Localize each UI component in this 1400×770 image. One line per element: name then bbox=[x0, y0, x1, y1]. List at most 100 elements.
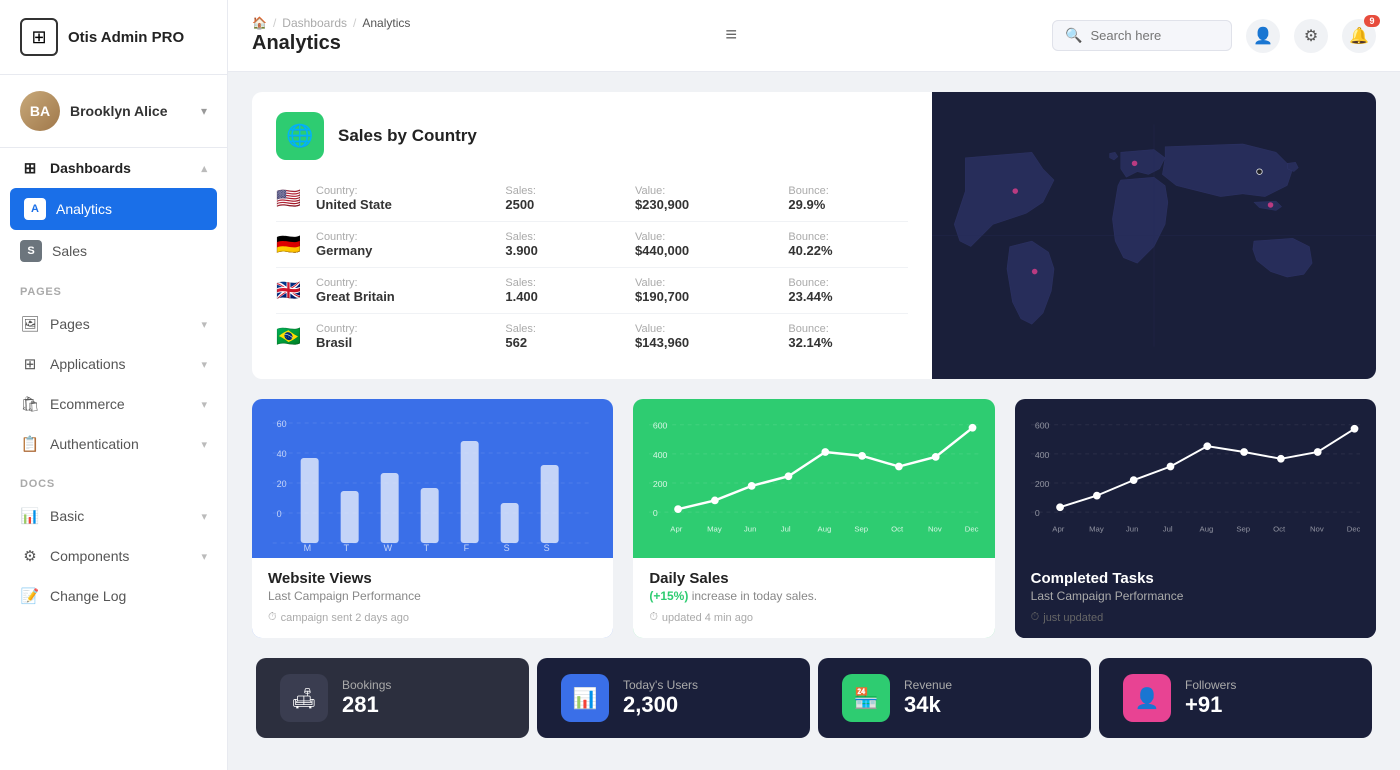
analytics-label: Analytics bbox=[56, 201, 112, 217]
svg-text:May: May bbox=[1089, 524, 1104, 533]
svg-text:Nov: Nov bbox=[928, 524, 942, 533]
pages-section-label: PAGES bbox=[0, 272, 227, 304]
svg-text:400: 400 bbox=[1035, 450, 1050, 460]
chevron-right-icon-2: ▾ bbox=[201, 358, 207, 371]
dashboards-icon: ⊞ bbox=[20, 158, 40, 178]
revenue-value: 34k bbox=[904, 692, 952, 718]
chevron-right-icon-4: ▾ bbox=[201, 438, 207, 451]
search-icon: 🔍 bbox=[1065, 27, 1082, 44]
completed-tasks-time: ⏱ just updated bbox=[1031, 611, 1360, 624]
sidebar-item-changelog[interactable]: 📝 Change Log bbox=[0, 576, 227, 616]
search-box[interactable]: 🔍 bbox=[1052, 20, 1232, 51]
header-right: 🔍 👤 ⚙ 🔔 9 bbox=[1052, 19, 1376, 53]
flag-br: 🇧🇷 bbox=[276, 327, 306, 347]
svg-text:F: F bbox=[464, 543, 470, 553]
search-input[interactable] bbox=[1090, 28, 1210, 43]
sidebar-item-applications[interactable]: ⊞ Applications ▾ bbox=[0, 344, 227, 384]
chevron-right-icon-3: ▾ bbox=[201, 398, 207, 411]
hamburger-icon[interactable]: ≡ bbox=[725, 24, 737, 47]
daily-sales-card: 600 400 200 0 bbox=[633, 399, 994, 638]
svg-text:S: S bbox=[544, 543, 550, 553]
bookings-label: Bookings bbox=[342, 678, 391, 692]
chevron-up-icon: ▴ bbox=[201, 162, 207, 175]
components-icon: ⚙ bbox=[20, 546, 40, 566]
notifications-icon[interactable]: 🔔 9 bbox=[1342, 19, 1376, 53]
settings-icon[interactable]: ⚙ bbox=[1294, 19, 1328, 53]
breadcrumb: 🏠 / Dashboards / Analytics bbox=[252, 16, 410, 30]
table-row: 🇧🇷 Country: Brasil Sales: 562 Value: $14… bbox=[276, 314, 908, 359]
completed-tasks-title: Completed Tasks bbox=[1031, 570, 1360, 587]
sidebar-item-authentication[interactable]: 📋 Authentication ▾ bbox=[0, 424, 227, 464]
notification-badge: 9 bbox=[1364, 15, 1380, 27]
chevron-right-icon-5: ▾ bbox=[201, 510, 207, 523]
website-views-info: Website Views Last Campaign Performance … bbox=[252, 558, 613, 638]
header: 🏠 / Dashboards / Analytics Analytics ≡ 🔍… bbox=[228, 0, 1400, 72]
sidebar-item-components[interactable]: ⚙ Components ▾ bbox=[0, 536, 227, 576]
daily-sales-subtitle: (+15%) increase in today sales. bbox=[649, 589, 978, 603]
svg-text:Apr: Apr bbox=[671, 524, 683, 533]
completed-tasks-info: Completed Tasks Last Campaign Performanc… bbox=[1015, 558, 1376, 638]
svg-text:60: 60 bbox=[277, 419, 287, 429]
revenue-icon: 🏪 bbox=[842, 674, 890, 722]
charts-row: 60 40 20 0 M T bbox=[252, 399, 1376, 638]
daily-sales-chart: 600 400 200 0 bbox=[649, 413, 978, 553]
globe-icon: 🌐 bbox=[276, 112, 324, 160]
main-content: 🏠 / Dashboards / Analytics Analytics ≡ 🔍… bbox=[228, 0, 1400, 770]
website-views-time: ⏱ campaign sent 2 days ago bbox=[268, 611, 597, 624]
world-map-svg: .land { fill: #2a3060; stroke: #3a4080; … bbox=[932, 92, 1376, 379]
flag-gb: 🇬🇧 bbox=[276, 281, 306, 301]
card-header: 🌐 Sales by Country bbox=[276, 112, 908, 160]
svg-text:May: May bbox=[707, 524, 722, 533]
avatar: BA bbox=[20, 91, 60, 131]
svg-text:Jul: Jul bbox=[781, 524, 791, 533]
website-views-chart: 60 40 20 0 M T bbox=[268, 413, 597, 553]
svg-text:Jun: Jun bbox=[1126, 524, 1138, 533]
svg-text:0: 0 bbox=[653, 508, 658, 518]
bookings-value: 281 bbox=[342, 692, 391, 718]
completed-tasks-subtitle: Last Campaign Performance bbox=[1031, 589, 1360, 603]
pages-icon: 🖼 bbox=[20, 314, 40, 334]
pages-label: Pages bbox=[50, 316, 90, 332]
chevron-right-icon-6: ▾ bbox=[201, 550, 207, 563]
svg-text:Sep: Sep bbox=[1236, 524, 1250, 533]
changelog-label: Change Log bbox=[50, 588, 126, 604]
ecommerce-label: Ecommerce bbox=[50, 396, 125, 412]
header-left: 🏠 / Dashboards / Analytics Analytics bbox=[252, 16, 410, 55]
website-views-title: Website Views bbox=[268, 570, 597, 587]
svg-text:Oct: Oct bbox=[891, 524, 904, 533]
stat-revenue: 🏪 Revenue 34k bbox=[818, 658, 1091, 738]
svg-text:40: 40 bbox=[277, 449, 287, 459]
user-profile-icon[interactable]: 👤 bbox=[1246, 19, 1280, 53]
sidebar-item-sales[interactable]: S Sales bbox=[0, 230, 227, 272]
svg-text:W: W bbox=[384, 543, 393, 553]
svg-text:Oct: Oct bbox=[1273, 524, 1286, 533]
daily-sales-highlight: (+15%) bbox=[649, 589, 688, 603]
breadcrumb-home-icon: 🏠 bbox=[252, 16, 267, 30]
followers-value: +91 bbox=[1185, 692, 1236, 718]
svg-text:200: 200 bbox=[1035, 479, 1050, 489]
sidebar-item-dashboards[interactable]: ⊞ Dashboards ▴ bbox=[0, 148, 227, 188]
world-map-area: .land { fill: #2a3060; stroke: #3a4080; … bbox=[932, 92, 1376, 379]
svg-text:S: S bbox=[504, 543, 510, 553]
svg-text:Dec: Dec bbox=[965, 524, 979, 533]
sidebar-item-analytics[interactable]: A Analytics bbox=[10, 188, 217, 230]
sidebar-item-basic[interactable]: 📊 Basic ▾ bbox=[0, 496, 227, 536]
website-views-subtitle: Last Campaign Performance bbox=[268, 589, 597, 603]
authentication-label: Authentication bbox=[50, 436, 139, 452]
sidebar-item-pages[interactable]: 🖼 Pages ▾ bbox=[0, 304, 227, 344]
daily-sales-chart-area: 600 400 200 0 bbox=[633, 399, 994, 558]
daily-sales-info: Daily Sales (+15%) increase in today sal… bbox=[633, 558, 994, 638]
changelog-icon: 📝 bbox=[20, 586, 40, 606]
sidebar-item-ecommerce[interactable]: 🛍 Ecommerce ▾ bbox=[0, 384, 227, 424]
components-label: Components bbox=[50, 548, 129, 564]
website-views-card: 60 40 20 0 M T bbox=[252, 399, 613, 638]
logo-icon: ⊞ bbox=[20, 18, 58, 56]
svg-text:Aug: Aug bbox=[1199, 524, 1213, 533]
basic-icon: 📊 bbox=[20, 506, 40, 526]
table-row: 🇩🇪 Country: Germany Sales: 3.900 Value: … bbox=[276, 222, 908, 268]
flag-de: 🇩🇪 bbox=[276, 235, 306, 255]
svg-text:Sep: Sep bbox=[855, 524, 869, 533]
docs-section-label: DOCS bbox=[0, 464, 227, 496]
sidebar-user[interactable]: BA Brooklyn Alice ▾ bbox=[0, 75, 227, 148]
user-name: Brooklyn Alice bbox=[70, 103, 191, 119]
